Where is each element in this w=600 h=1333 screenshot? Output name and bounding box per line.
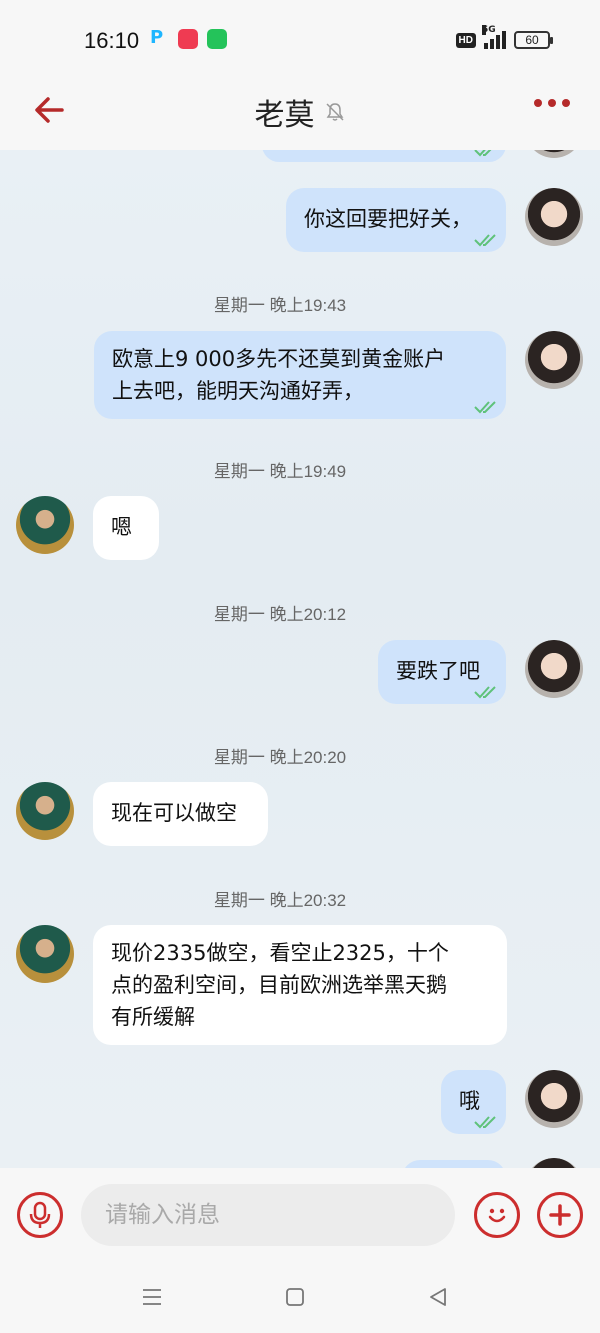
message-text: 嗯 (111, 515, 132, 539)
message-bubble-in[interactable]: 现在可以做空 (93, 782, 268, 846)
status-bar: 16:10 P HD 5G 60 (0, 0, 600, 80)
message-text-line: 欧意上9 000多先不还莫到黄金账户 (112, 347, 446, 371)
message-text: 你这回要把好关， (304, 207, 472, 231)
message-input[interactable] (81, 1184, 455, 1246)
read-check-icon (474, 234, 496, 247)
message-text: 要跌了吧 (396, 659, 480, 683)
avatar-me[interactable] (525, 150, 583, 158)
emoji-icon[interactable] (474, 1192, 520, 1238)
message-bubble-in[interactable]: 嗯 (93, 496, 159, 560)
input-bar (0, 1168, 600, 1263)
music-app-icon (178, 29, 198, 49)
timestamp: 星期一 晚上20:20 (213, 748, 347, 767)
message-bubble-partial[interactable] (402, 1160, 506, 1168)
message-bubble-out[interactable]: 欧意上9 000多先不还莫到黄金账户 上去吧，能明天沟通好弄， (94, 331, 506, 419)
timestamp: 星期一 晚上20:12 (213, 605, 347, 624)
message-text-line: 有所缓解 (111, 1005, 195, 1029)
avatar-me[interactable] (525, 331, 583, 389)
message-bubble-partial[interactable] (262, 150, 506, 162)
avatar-contact[interactable] (16, 925, 74, 983)
message-bubble-in[interactable]: 现价2335做空，看空止2325，十个 点的盈利空间，目前欧洲选举黑天鹅 有所缓… (93, 925, 507, 1045)
read-check-icon (474, 401, 496, 414)
avatar-me[interactable] (525, 640, 583, 698)
avatar-me[interactable] (525, 188, 583, 246)
timestamp: 星期一 晚上20:32 (213, 891, 347, 910)
timestamp: 星期一 晚上19:49 (213, 462, 347, 481)
message-text-line: 上去吧，能明天沟通好弄， (112, 379, 364, 403)
microphone-icon[interactable] (17, 1192, 63, 1238)
message-text-line: 现价2335做空，看空止2325，十个 (111, 941, 449, 965)
read-check-icon (474, 150, 492, 157)
app-p-icon: P (150, 27, 164, 48)
avatar-me[interactable] (525, 1158, 583, 1168)
hd-badge: HD (455, 32, 476, 48)
home-icon[interactable] (283, 1285, 307, 1309)
chat-message-list[interactable]: 你这回要把好关， 星期一 晚上19:43 欧意上9 000多先不还莫到黄金账户 … (0, 150, 600, 1168)
read-check-icon (474, 686, 496, 699)
avatar-contact[interactable] (16, 782, 74, 840)
read-check-icon (474, 1116, 496, 1129)
plus-icon[interactable] (537, 1192, 583, 1238)
message-text: 哦 (459, 1089, 480, 1113)
avatar-contact[interactable] (16, 496, 74, 554)
more-dots-icon[interactable] (534, 98, 570, 108)
chat-app-icon (207, 29, 227, 49)
back-triangle-icon[interactable] (426, 1285, 450, 1309)
message-text: 现在可以做空 (111, 801, 237, 825)
network-type: 5G (482, 25, 496, 35)
menu-icon[interactable] (140, 1285, 164, 1309)
avatar-me[interactable] (525, 1070, 583, 1128)
signal-icon: 5G (482, 25, 506, 49)
status-time: 16:10 (84, 28, 140, 53)
chat-title: 老莫 (254, 98, 315, 133)
message-text-line: 点的盈利空间，目前欧洲选举黑天鹅 (111, 973, 447, 997)
battery-level: 60 (525, 33, 539, 47)
system-nav-bar (0, 1263, 600, 1333)
chat-header: 老莫 (0, 80, 600, 150)
bell-muted-icon (324, 101, 346, 123)
battery-icon: 60 (514, 31, 553, 49)
timestamp: 星期一 晚上19:43 (213, 296, 347, 315)
